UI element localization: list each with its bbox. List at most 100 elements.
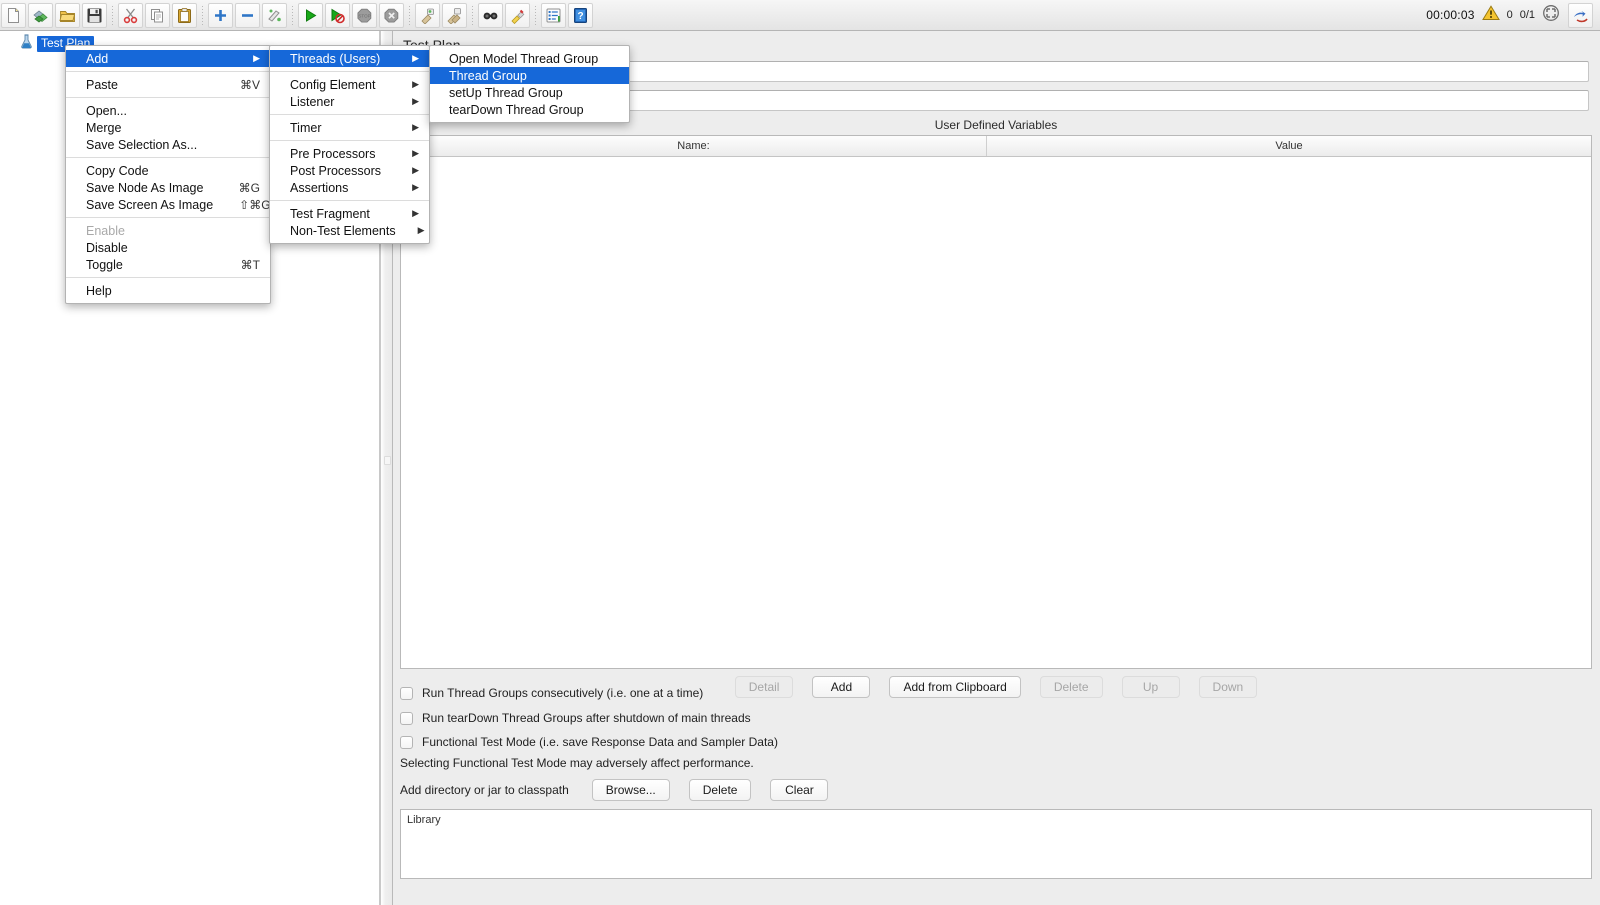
new-icon[interactable]	[1, 2, 26, 28]
menu-item-thread-group[interactable]: Thread Group	[430, 67, 629, 84]
delete-variable-button[interactable]: Delete	[1039, 676, 1103, 698]
toolbar-status: 00:00:03 0 0/1	[1426, 2, 1600, 29]
search-icon[interactable]	[478, 2, 503, 28]
menu-item-non-test-elements[interactable]: Non-Test Elements ▶	[270, 222, 429, 239]
shutdown-icon[interactable]	[379, 2, 404, 28]
run-consecutively-checkbox[interactable]	[400, 686, 413, 700]
menu-item-paste[interactable]: Paste ⌘V	[66, 76, 270, 93]
menu-item-teardown-thread-group[interactable]: tearDown Thread Group	[430, 101, 629, 118]
save-icon[interactable]	[82, 2, 107, 28]
menu-item-label: Toggle	[86, 257, 123, 272]
functional-test-mode-checkbox[interactable]	[400, 735, 413, 749]
menu-item-open-model-thread-group[interactable]: Open Model Thread Group	[430, 50, 629, 67]
column-header-value[interactable]: Value	[987, 136, 1591, 156]
add-submenu[interactable]: Threads (Users) ▶ Config Element ▶ Liste…	[269, 45, 430, 244]
user-defined-variables-table[interactable]: Name: Value	[400, 135, 1592, 669]
menu-item-label: Config Element	[290, 77, 376, 92]
menu-item-setup-thread-group[interactable]: setUp Thread Group	[430, 84, 629, 101]
function-helper-icon[interactable]	[541, 2, 566, 28]
menu-item-listener[interactable]: Listener ▶	[270, 93, 429, 110]
column-header-name[interactable]: Name:	[401, 136, 987, 156]
menu-item-toggle[interactable]: Toggle ⌘T	[66, 256, 270, 273]
menu-item-label: Timer	[290, 120, 322, 135]
clear-icon[interactable]	[415, 2, 440, 28]
menu-item-test-fragment[interactable]: Test Fragment ▶	[270, 205, 429, 222]
toolbar-group-misc: ?	[540, 2, 594, 29]
open-icon[interactable]	[55, 2, 80, 28]
test-plan-flask-icon	[20, 34, 33, 54]
menu-item-label: Pre Processors	[290, 146, 376, 161]
library-column-header[interactable]: Library	[401, 810, 1591, 826]
run-teardown-after-shutdown-row[interactable]: Run tearDown Thread Groups after shutdow…	[400, 711, 751, 725]
menu-separator	[66, 277, 270, 278]
undo-redo-icon[interactable]	[1568, 2, 1593, 28]
delete-classpath-button[interactable]: Delete	[688, 779, 752, 801]
chevron-right-icon: ▶	[412, 208, 419, 218]
menu-separator	[270, 71, 429, 72]
help-icon[interactable]: ?	[568, 2, 593, 28]
add-from-clipboard-button[interactable]: Add from Clipboard	[889, 676, 1021, 698]
menu-item-open[interactable]: Open...	[66, 102, 270, 119]
run-consecutively-label: Run Thread Groups consecutively (i.e. on…	[422, 686, 704, 700]
menu-item-label: Merge	[86, 120, 122, 135]
menu-separator	[270, 140, 429, 141]
toolbar-separator	[292, 5, 293, 25]
menu-item-add[interactable]: Add ▶	[66, 50, 270, 67]
menu-item-config-element[interactable]: Config Element ▶	[270, 76, 429, 93]
toolbar: STOP ? 00:00:03 0 0/1	[0, 0, 1600, 31]
library-table[interactable]: Library	[400, 809, 1592, 879]
menu-item-save-node-as-image[interactable]: Save Node As Image ⌘G	[66, 179, 270, 196]
templates-icon[interactable]	[28, 2, 53, 28]
expand-view-icon[interactable]	[1542, 4, 1560, 27]
menu-item-help[interactable]: Help	[66, 282, 270, 299]
menu-item-label: Threads (Users)	[290, 51, 381, 66]
start-no-pauses-icon[interactable]	[325, 2, 350, 28]
reset-search-icon[interactable]	[505, 2, 530, 28]
start-icon[interactable]	[298, 2, 323, 28]
expand-all-icon[interactable]	[208, 2, 233, 28]
menu-item-pre-processors[interactable]: Pre Processors ▶	[270, 145, 429, 162]
menu-separator	[270, 114, 429, 115]
menu-item-save-selection-as[interactable]: Save Selection As...	[66, 136, 270, 153]
clear-all-icon[interactable]	[442, 2, 467, 28]
functional-test-mode-row[interactable]: Functional Test Mode (i.e. save Response…	[400, 735, 778, 749]
toggle-icon[interactable]	[262, 2, 287, 28]
tree-context-menu[interactable]: Add ▶ Paste ⌘V Open... Merge Save Select…	[65, 45, 271, 304]
move-up-button[interactable]: Up	[1121, 676, 1180, 698]
menu-item-save-screen-as-image[interactable]: Save Screen As Image ⇧⌘G	[66, 196, 271, 213]
menu-item-threads-users[interactable]: Threads (Users) ▶	[270, 50, 429, 67]
run-teardown-checkbox[interactable]	[400, 711, 413, 725]
menu-item-post-processors[interactable]: Post Processors ▶	[270, 162, 429, 179]
splitter-grip[interactable]	[384, 456, 391, 465]
menu-item-merge[interactable]: Merge	[66, 119, 270, 136]
table-body[interactable]	[401, 157, 1591, 668]
run-thread-groups-consecutively-row[interactable]: Run Thread Groups consecutively (i.e. on…	[400, 686, 703, 700]
name-input[interactable]	[472, 61, 1589, 82]
toolbar-group-tree	[207, 2, 288, 29]
paste-icon[interactable]	[172, 2, 197, 28]
chevron-right-icon: ▶	[412, 79, 419, 89]
collapse-all-icon[interactable]	[235, 2, 260, 28]
menu-item-copy-code[interactable]: Copy Code	[66, 162, 270, 179]
classpath-row: Add directory or jar to classpath Browse…	[400, 779, 829, 801]
browse-button[interactable]: Browse...	[591, 779, 670, 801]
toolbar-separator	[409, 5, 410, 25]
menu-separator	[66, 71, 270, 72]
copy-icon[interactable]	[145, 2, 170, 28]
toolbar-group-search	[477, 2, 531, 29]
menu-item-timer[interactable]: Timer ▶	[270, 119, 429, 136]
threads-users-submenu[interactable]: Open Model Thread Group Thread Group set…	[429, 45, 630, 123]
detail-button[interactable]: Detail	[734, 676, 794, 698]
add-variable-button[interactable]: Add	[812, 676, 871, 698]
warning-icon[interactable]	[1481, 4, 1500, 26]
comments-input[interactable]	[472, 90, 1589, 111]
toolbar-group-clear	[414, 2, 468, 29]
stop-icon[interactable]: STOP	[352, 2, 377, 28]
active-thread-count: 0/1	[1519, 9, 1535, 21]
clear-classpath-button[interactable]: Clear	[770, 779, 829, 801]
move-down-button[interactable]: Down	[1198, 676, 1258, 698]
performance-note: Selecting Functional Test Mode may adver…	[400, 756, 754, 770]
menu-item-assertions[interactable]: Assertions ▶	[270, 179, 429, 196]
cut-icon[interactable]	[118, 2, 143, 28]
menu-item-disable[interactable]: Disable	[66, 239, 270, 256]
